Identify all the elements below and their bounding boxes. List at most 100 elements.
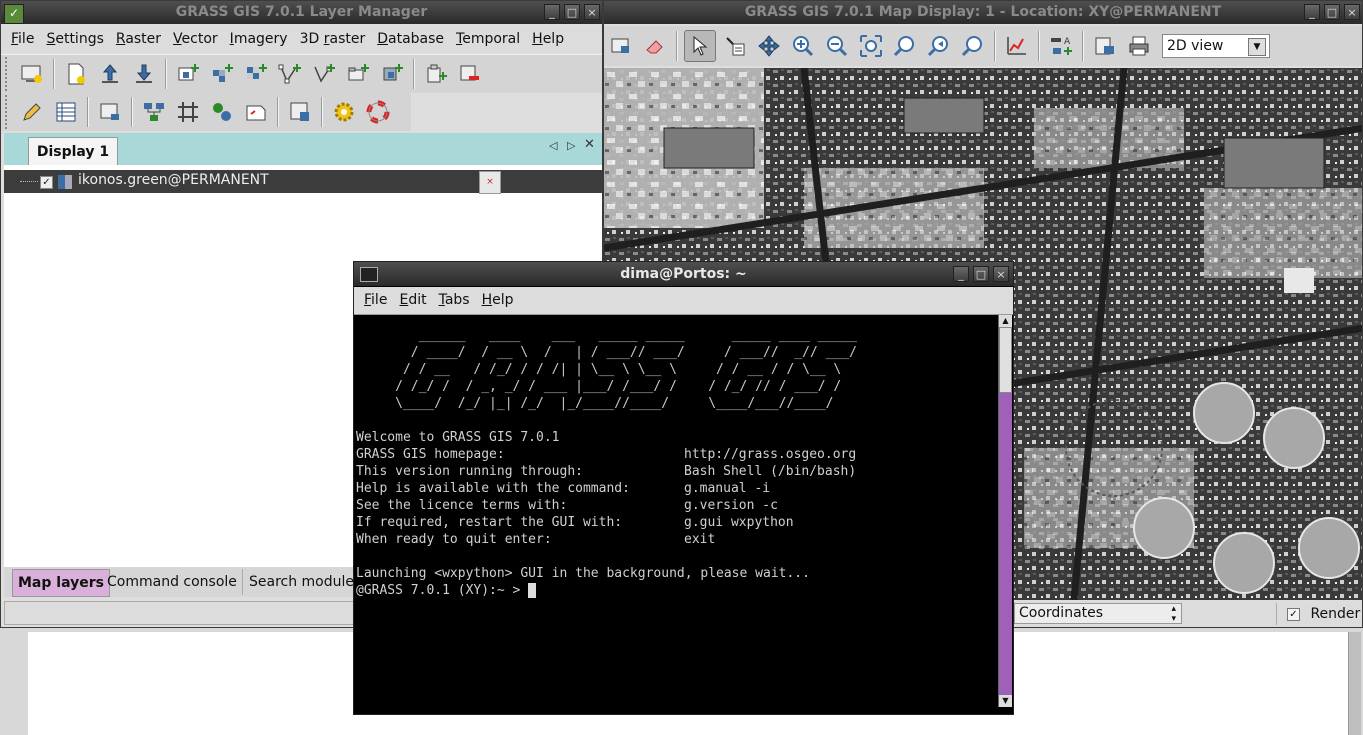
term-menu-tabs[interactable]: Tabs: [433, 287, 476, 313]
minimize-button[interactable]: _: [544, 4, 560, 20]
close-button[interactable]: ×: [993, 266, 1009, 282]
layer-checkbox[interactable]: ✓: [40, 176, 53, 189]
tab-command-console[interactable]: Command console: [102, 569, 243, 595]
info-key: This version running through:: [356, 464, 583, 479]
layer-opacity-button[interactable]: ×: [479, 171, 501, 194]
save-display-icon[interactable]: [1090, 31, 1120, 61]
add-rgb-icon[interactable]: [241, 59, 271, 89]
lm-menu-3d-raster[interactable]: 3D raster: [294, 26, 372, 52]
tab-label: Display 1: [36, 144, 110, 160]
add-vector-icon[interactable]: [275, 59, 305, 89]
prompt-line: @GRASS 7.0.1 (XY):~ >: [356, 582, 996, 599]
remove-layer-icon[interactable]: [455, 59, 485, 89]
lm-menu-help[interactable]: Help: [526, 26, 570, 52]
info-row: When ready to quit enter: exit: [356, 531, 996, 548]
map-calculator-icon[interactable]: [95, 97, 125, 127]
save-workspace-icon[interactable]: [129, 59, 159, 89]
zoom-out-icon[interactable]: [822, 31, 852, 61]
tab-map-layers[interactable]: Map layers: [12, 569, 110, 597]
print-icon[interactable]: [1124, 31, 1154, 61]
settings-gear-icon[interactable]: [329, 97, 359, 127]
zoom-menu-icon[interactable]: [890, 31, 920, 61]
terminal-titlebar[interactable]: dima@Portos: ~: [354, 262, 1013, 286]
zoom-in-icon[interactable]: [788, 31, 818, 61]
grass-logo-icon: ✓: [4, 4, 24, 24]
minimize-button[interactable]: _: [953, 266, 969, 282]
cartographic-composer-icon[interactable]: [241, 97, 271, 127]
close-button[interactable]: ×: [1344, 4, 1360, 20]
query-icon[interactable]: [720, 31, 750, 61]
scrollbar-up-arrow-icon[interactable]: ▲: [999, 315, 1012, 327]
edit-vector-icon[interactable]: [17, 97, 47, 127]
erase-display-icon[interactable]: [640, 31, 670, 61]
analyze-icon[interactable]: [1002, 31, 1032, 61]
svg-text:A: A: [1064, 37, 1071, 47]
maximize-button[interactable]: □: [564, 4, 580, 20]
add-group-icon[interactable]: [343, 59, 373, 89]
info-value: g.version -c: [684, 498, 778, 513]
attribute-table-icon[interactable]: [51, 97, 81, 127]
term-menu-file[interactable]: File: [358, 287, 393, 313]
info-value: http://grass.osgeo.org: [684, 447, 857, 462]
toolbar-main: [1, 54, 602, 93]
minimize-button[interactable]: _: [1304, 4, 1320, 20]
zoom-extent-icon[interactable]: [856, 31, 886, 61]
add-raster-icon[interactable]: [173, 59, 203, 89]
open-workspace-icon[interactable]: [95, 59, 125, 89]
zoom-region-icon[interactable]: [958, 31, 988, 61]
grass-ascii-logo: ______ ____ ___ _____ _____ _____ ____ _…: [395, 328, 857, 411]
lm-menu-raster[interactable]: Raster: [110, 26, 167, 52]
lm-menu-vector[interactable]: Vector: [167, 26, 224, 52]
render-toggle[interactable]: ✓ Render: [1276, 603, 1360, 625]
gcp-manager-icon[interactable]: [207, 97, 237, 127]
view-mode-select[interactable]: 2D view ▼: [1162, 34, 1270, 58]
scrollbar-thumb[interactable]: [999, 327, 1012, 393]
window-title: GRASS GIS 7.0.1 Map Display: 1 - Locatio…: [744, 4, 1222, 20]
raster-layer-icon: [58, 175, 72, 189]
tab-scroll-left-icon[interactable]: ◁: [549, 139, 557, 152]
render-checkbox[interactable]: ✓: [1287, 607, 1300, 621]
statusbar-mode-select[interactable]: Coordinates ▴ ▾: [1014, 603, 1182, 624]
tab-label: Map layers: [18, 575, 104, 591]
add-raster-misc-icon[interactable]: [207, 59, 237, 89]
lm-menu-imagery[interactable]: Imagery: [224, 26, 294, 52]
new-workspace-icon[interactable]: [61, 59, 91, 89]
add-overlay-icon[interactable]: [377, 59, 407, 89]
tab-display-1[interactable]: Display 1: [28, 137, 118, 166]
layer-manager-titlebar[interactable]: GRASS GIS 7.0.1 Layer Manager: [1, 1, 602, 24]
display-map-icon[interactable]: [606, 31, 636, 61]
term-menu-help[interactable]: Help: [476, 287, 520, 313]
welcome-line: Welcome to GRASS GIS 7.0.1: [356, 430, 560, 445]
layer-row[interactable]: ✓ ikonos.green@PERMANENT ×: [4, 170, 602, 194]
add-layer-icon[interactable]: [421, 59, 451, 89]
pan-icon[interactable]: [754, 31, 784, 61]
scrollbar-down-arrow-icon[interactable]: ▼: [999, 695, 1012, 707]
lm-menu-settings[interactable]: Settings: [40, 26, 109, 52]
new-map-display-icon[interactable]: [17, 59, 47, 89]
term-menu-edit[interactable]: Edit: [393, 287, 432, 313]
close-button[interactable]: ×: [584, 4, 600, 20]
zoom-back-icon[interactable]: [924, 31, 954, 61]
map-toolbar: A 2D view ▼: [604, 26, 1362, 66]
decoration-icon[interactable]: A: [1046, 31, 1076, 61]
add-vector-misc-icon[interactable]: [309, 59, 339, 89]
cursor: [528, 583, 537, 598]
info-block: GRASS GIS homepage: http://grass.osgeo.or…: [356, 446, 996, 548]
dropdown-arrow-icon: ▼: [1248, 38, 1266, 56]
tab-scroll-right-icon[interactable]: ▷: [567, 139, 575, 152]
lm-menu-file[interactable]: File: [5, 26, 40, 52]
tab-close-icon[interactable]: ✕: [584, 137, 595, 152]
georectifier-icon[interactable]: [173, 97, 203, 127]
tab-search-modules[interactable]: Search modules: [244, 569, 366, 595]
graphical-modeler-icon[interactable]: [139, 97, 169, 127]
pointer-icon[interactable]: [684, 30, 716, 62]
map-display-titlebar[interactable]: GRASS GIS 7.0.1 Map Display: 1 - Locatio…: [604, 1, 1362, 24]
help-lifebuoy-icon[interactable]: [363, 97, 393, 127]
maximize-button[interactable]: □: [973, 266, 989, 282]
lm-menu-temporal[interactable]: Temporal: [450, 26, 526, 52]
maximize-button[interactable]: □: [1324, 4, 1340, 20]
lm-menu-database[interactable]: Database: [371, 26, 450, 52]
terminal-scrollbar[interactable]: ▲ ▼: [998, 315, 1012, 707]
map-swipe-icon[interactable]: [285, 97, 315, 127]
terminal-output[interactable]: ______ ____ ___ _____ _____ _____ ____ _…: [356, 315, 996, 709]
